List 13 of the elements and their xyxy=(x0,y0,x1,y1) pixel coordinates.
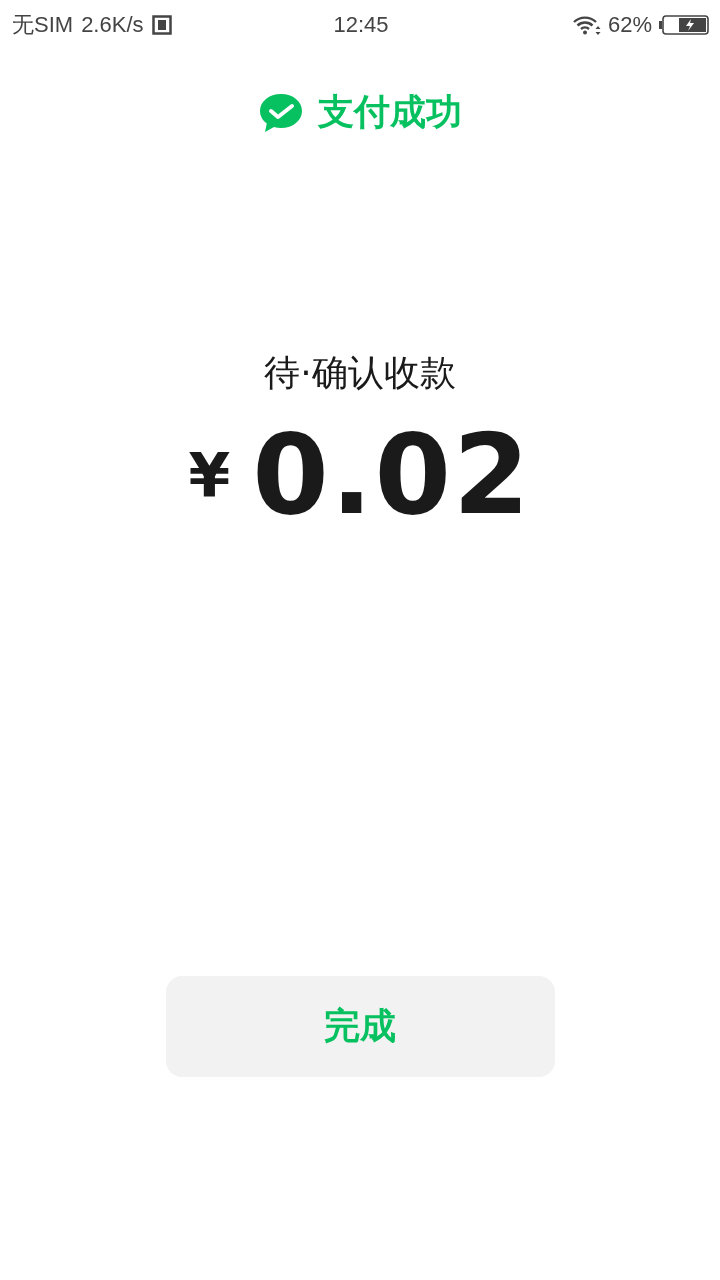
carrier-text: 无SIM xyxy=(12,11,74,39)
done-button[interactable]: 完成 xyxy=(165,976,555,1077)
sim-icon xyxy=(151,15,172,35)
payment-amount: 0.02 xyxy=(252,420,532,530)
currency-symbol: ¥ xyxy=(188,440,231,510)
battery-icon xyxy=(658,14,710,36)
network-speed: 2.6K/s xyxy=(81,12,144,38)
chat-check-icon xyxy=(258,91,304,134)
payment-status: 待·确认收款 xyxy=(264,351,456,395)
wifi-icon xyxy=(571,14,602,36)
page-title: 支付成功 xyxy=(318,90,462,134)
battery-percent: 62% xyxy=(607,12,652,38)
clock-time: 12:45 xyxy=(333,12,389,38)
